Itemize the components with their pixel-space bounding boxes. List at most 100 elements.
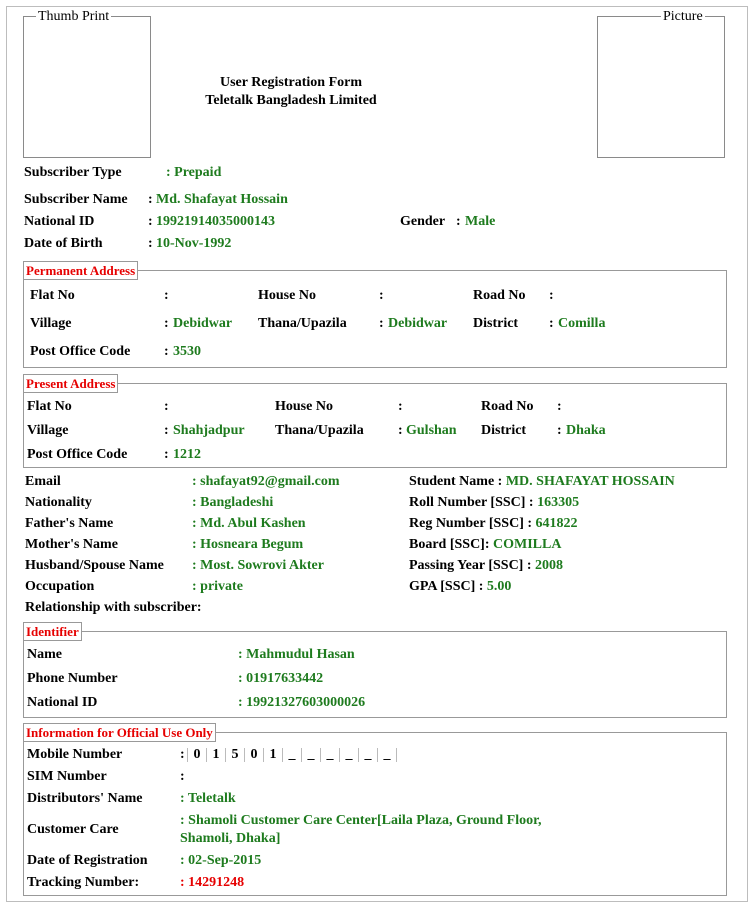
pres-house-sep: :	[398, 399, 403, 414]
pres-road-sep: :	[557, 399, 562, 414]
mobile-digit: _	[326, 747, 334, 762]
perm-district-label: District	[473, 316, 519, 331]
mobile-digit: 1	[212, 747, 220, 762]
pres-district-label: District	[481, 423, 527, 438]
spouse-name-value: : Most. Sowrovi Akter	[192, 558, 324, 573]
reg-number-sep: :	[527, 516, 533, 531]
student-name-label: Student Name	[409, 474, 495, 489]
pres-po-label: Post Office Code	[27, 447, 128, 462]
mobile-digit: _	[383, 747, 391, 762]
pres-village-value: Shahjadpur	[173, 423, 245, 438]
perm-thana-sep: :	[379, 316, 384, 331]
board-row: Board [SSC]: COMILLA	[409, 537, 561, 553]
dob-value: 10-Nov-1992	[156, 236, 232, 251]
board-value: COMILLA	[493, 537, 562, 552]
mobile-digit: _	[364, 747, 372, 762]
perm-po-sep: :	[164, 344, 169, 359]
dob-sep: :	[148, 236, 153, 251]
perm-thana-value: Debidwar	[388, 316, 448, 331]
reg-number-row: Reg Number [SSC] : 641822	[409, 516, 578, 532]
reg-number-label: Reg Number [SSC]	[409, 516, 524, 531]
board-label: Board [SSC]:	[409, 537, 490, 552]
perm-flat-label: Flat No	[30, 288, 75, 303]
student-name-value: MD. SHAFAYAT HOSSAIN	[505, 474, 675, 489]
passing-year-row: Passing Year [SSC] : 2008	[409, 558, 563, 574]
roll-number-row: Roll Number [SSC] : 163305	[409, 495, 579, 511]
occupation-value: : private	[192, 579, 243, 594]
nationality-value: : Bangladeshi	[192, 495, 274, 510]
identifier-legend: Identifier	[23, 622, 82, 641]
student-name-sep: :	[497, 474, 503, 489]
mobile-digit: 0	[250, 747, 258, 762]
identifier-nid-value: : 19921327603000026	[238, 695, 366, 710]
mobile-digit: 1	[269, 747, 277, 762]
perm-village-sep: :	[164, 316, 169, 331]
mobile-digit: 0	[193, 747, 201, 762]
tracking-number-value: : 14291248	[180, 875, 245, 890]
perm-house-sep: :	[379, 288, 384, 303]
perm-po-value: 3530	[173, 344, 201, 359]
perm-po-label: Post Office Code	[30, 344, 131, 359]
reg-number-value: 641822	[535, 516, 578, 531]
mobile-number-label: Mobile Number	[27, 747, 123, 762]
pres-flat-sep: :	[164, 399, 169, 414]
pres-thana-value: Gulshan	[406, 423, 457, 438]
gender-sep: :	[456, 214, 461, 229]
identifier-name-label: Name	[27, 647, 62, 662]
roll-number-label: Roll Number [SSC]	[409, 495, 526, 510]
perm-village-label: Village	[30, 316, 72, 331]
national-id-label: National ID	[24, 214, 95, 229]
email-label: Email	[25, 474, 61, 489]
nationality-label: Nationality	[25, 495, 92, 510]
pres-district-sep: :	[557, 423, 562, 438]
mobile-number-digits: 0 1 5 0 1 _ _ _ _ _ _	[187, 747, 397, 763]
identifier-nid-label: National ID	[27, 695, 98, 710]
permanent-address-legend: Permanent Address	[23, 261, 139, 280]
present-address-section	[23, 383, 727, 468]
passing-year-sep: :	[526, 558, 532, 573]
perm-thana-label: Thana/Upazila	[258, 316, 347, 331]
official-use-legend: Information for Official Use Only	[23, 723, 216, 742]
subscriber-name-label: Subscriber Name	[24, 192, 128, 207]
subscriber-name-sep: :	[148, 192, 153, 207]
gender-value: Male	[465, 214, 496, 229]
pres-flat-label: Flat No	[27, 399, 72, 414]
mobile-digit: 5	[231, 747, 239, 762]
mother-name-value: : Hosneara Begum	[192, 537, 304, 552]
present-address-legend: Present Address	[23, 374, 119, 393]
perm-flat-sep: :	[164, 288, 169, 303]
pres-thana-sep: :	[398, 423, 403, 438]
gpa-row: GPA [SSC] : 5.00	[409, 579, 511, 595]
perm-road-sep: :	[549, 288, 554, 303]
subscriber-type-value: : Prepaid	[166, 165, 222, 180]
identifier-phone-label: Phone Number	[27, 671, 118, 686]
identifier-name-value: : Mahmudul Hasan	[238, 647, 355, 662]
pres-thana-label: Thana/Upazila	[275, 423, 364, 438]
pres-house-label: House No	[275, 399, 333, 414]
gpa-label: GPA [SSC]	[409, 579, 476, 594]
identifier-phone-value: : 01917633442	[238, 671, 324, 686]
customer-care-value-line2: Shamoli, Dhaka]	[180, 831, 281, 846]
roll-number-value: 163305	[537, 495, 580, 510]
mobile-digit: _	[288, 747, 296, 762]
distributor-label: Distributors' Name	[27, 791, 143, 806]
subscriber-type-label: Subscriber Type	[24, 165, 122, 180]
perm-village-value: Debidwar	[173, 316, 233, 331]
mobile-number-sep: :	[180, 747, 185, 762]
registration-date-value: : 02-Sep-2015	[180, 853, 262, 868]
identifier-section	[23, 631, 727, 718]
thumb-print-label: Thumb Print	[36, 9, 112, 25]
customer-care-value-line1: : Shamoli Customer Care Center[Laila Pla…	[180, 813, 542, 828]
mobile-digit: _	[345, 747, 353, 762]
subscriber-name-value: Md. Shafayat Hossain	[156, 192, 288, 207]
national-id-sep: :	[148, 214, 153, 229]
pres-district-value: Dhaka	[566, 423, 606, 438]
perm-district-value: Comilla	[558, 316, 606, 331]
picture-box	[597, 16, 725, 158]
thumb-print-box	[23, 16, 151, 158]
picture-label: Picture	[661, 9, 705, 25]
relationship-label: Relationship with subscriber:	[25, 600, 202, 615]
pres-village-sep: :	[164, 423, 169, 438]
mother-name-label: Mother's Name	[25, 537, 118, 552]
email-value: : shafayat92@gmail.com	[192, 474, 340, 489]
